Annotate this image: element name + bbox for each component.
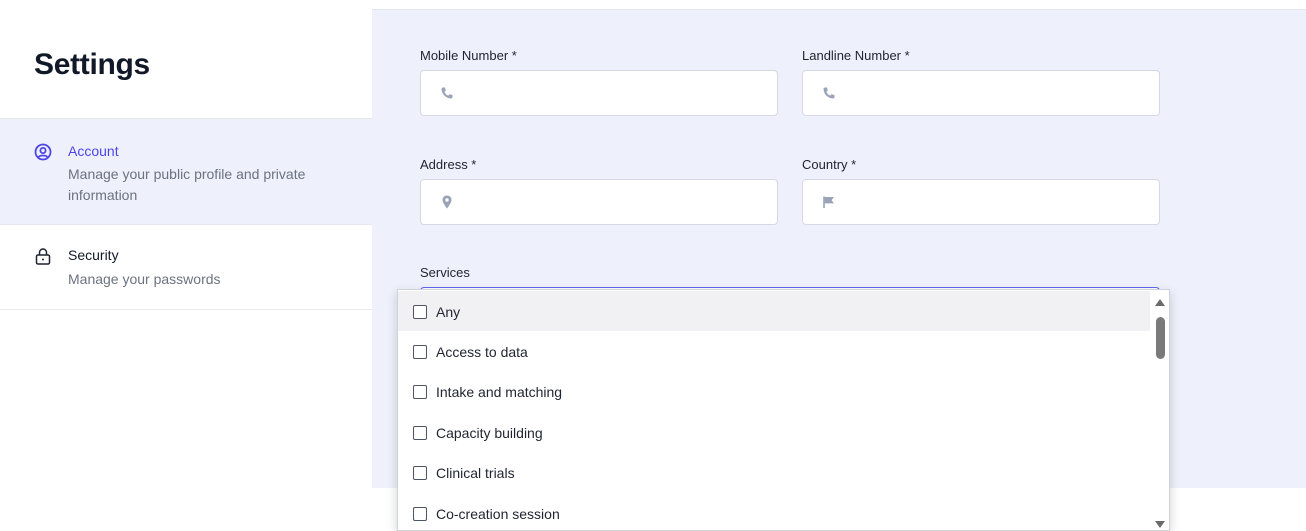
landline-number-input[interactable] <box>851 79 1151 107</box>
option-label: Intake and matching <box>436 384 563 400</box>
scroll-up-arrow-icon[interactable] <box>1155 299 1165 306</box>
flag-icon <box>823 196 834 208</box>
address-label: Address * <box>420 157 477 172</box>
services-option-intake-and-matching[interactable]: Intake and matching <box>398 371 1150 411</box>
option-label: Co-creation session <box>436 506 560 522</box>
sidebar-item-label: Security <box>68 247 119 263</box>
mobile-number-input[interactable] <box>469 79 769 107</box>
top-divider <box>372 0 1306 10</box>
option-checkbox[interactable] <box>413 385 427 399</box>
address-field[interactable] <box>420 179 778 225</box>
option-label: Any <box>436 304 461 320</box>
landline-number-field[interactable] <box>802 70 1160 116</box>
map-pin-icon <box>442 195 452 209</box>
dropdown-scrollbar[interactable] <box>1151 290 1169 530</box>
country-field[interactable] <box>802 179 1160 225</box>
option-label: Clinical trials <box>436 465 515 481</box>
landline-number-label: Landline Number * <box>802 48 910 63</box>
scroll-down-arrow-icon[interactable] <box>1155 521 1165 528</box>
sidebar-item-account[interactable]: Account Manage your public profile and p… <box>0 118 372 224</box>
mobile-number-label: Mobile Number * <box>420 48 517 63</box>
services-option-access-to-data[interactable]: Access to data <box>398 331 1150 371</box>
phone-icon <box>823 87 835 99</box>
sidebar-item-description: Manage your passwords <box>68 271 221 287</box>
option-checkbox[interactable] <box>413 426 427 440</box>
address-input[interactable] <box>469 188 769 216</box>
country-label: Country * <box>802 157 857 172</box>
user-circle-icon <box>34 143 52 161</box>
services-option-clinical-trials[interactable]: Clinical trials <box>398 452 1150 492</box>
services-label: Services <box>420 265 470 280</box>
services-option-capacity-building[interactable]: Capacity building <box>398 412 1150 452</box>
page-title: Settings <box>34 48 150 81</box>
option-checkbox[interactable] <box>413 345 427 359</box>
option-label: Access to data <box>436 344 528 360</box>
services-option-co-creation-session[interactable]: Co-creation session <box>398 493 1150 530</box>
mobile-number-field[interactable] <box>420 70 778 116</box>
services-option-any[interactable]: Any <box>398 291 1150 331</box>
lock-icon <box>35 248 51 265</box>
settings-sidebar: Settings Account Manage your public prof… <box>0 0 372 531</box>
sidebar-item-security[interactable]: Security Manage your passwords <box>0 224 372 310</box>
option-checkbox[interactable] <box>413 466 427 480</box>
option-label: Capacity building <box>436 425 543 441</box>
scrollbar-thumb[interactable] <box>1156 317 1165 359</box>
country-input[interactable] <box>851 188 1151 216</box>
phone-icon <box>441 87 453 99</box>
sidebar-item-label: Account <box>68 143 119 159</box>
option-checkbox[interactable] <box>413 507 427 521</box>
sidebar-item-description: Manage your public profile and private i… <box>68 166 306 203</box>
services-dropdown: Any Access to data Intake and matching C… <box>397 289 1170 531</box>
option-checkbox[interactable] <box>413 305 427 319</box>
